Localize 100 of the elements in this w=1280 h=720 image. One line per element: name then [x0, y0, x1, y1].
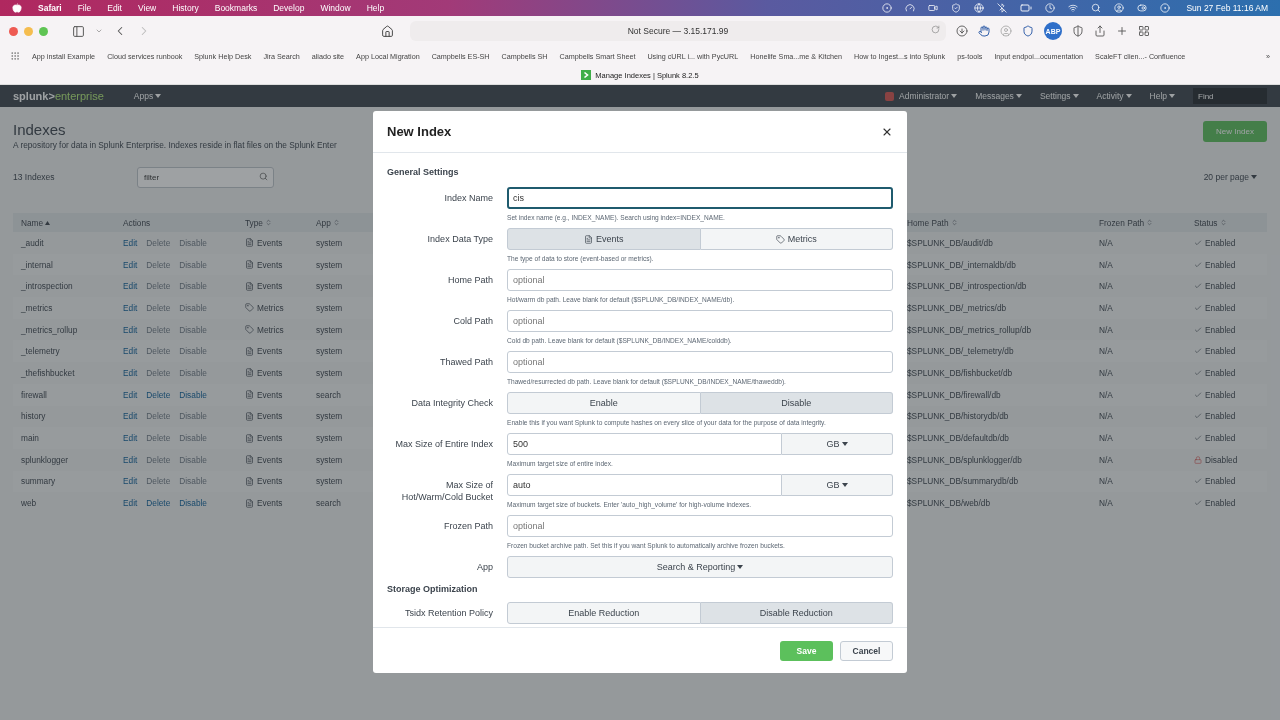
index-name[interactable]: _thefishbucket [21, 367, 123, 378]
menu-item[interactable]: Bookmarks [214, 3, 258, 13]
nav-menu[interactable]: Administrator [899, 91, 958, 101]
input-field[interactable]: 500 [507, 433, 782, 455]
status-cell: Enabled [1194, 433, 1267, 444]
check-icon [1194, 282, 1202, 291]
unit-dropdown[interactable]: GB [782, 474, 893, 496]
column-header[interactable]: Actions [123, 217, 245, 228]
index-name[interactable]: _introspection [21, 281, 123, 292]
input-field[interactable]: optional [507, 269, 893, 291]
dialog-title: New Index [387, 124, 452, 139]
action-link[interactable]: Disable [179, 498, 207, 509]
address-bar[interactable]: Not Secure — 3.15.171.99 [410, 21, 946, 41]
index-name[interactable]: _telemetry [21, 346, 123, 357]
input-field[interactable]: optional [507, 310, 893, 332]
app-menu[interactable]: Safari [38, 3, 62, 13]
index-name[interactable]: splunklogger [21, 454, 123, 465]
toggle-option[interactable]: Events [507, 228, 701, 250]
toggle-option[interactable]: Enable [507, 392, 701, 414]
input-field[interactable]: auto [507, 474, 782, 496]
caret-icon [1251, 174, 1257, 179]
action-link[interactable]: Edit [123, 281, 138, 292]
column-header[interactable]: Status [1194, 217, 1267, 228]
caret-icon [1015, 94, 1022, 98]
nav-menu[interactable]: Help [1149, 91, 1175, 101]
action-link[interactable]: Delete [146, 389, 171, 400]
field-label: Max Size of Hot/Warm/Cold Bucket [400, 479, 493, 504]
index-name[interactable]: web [21, 498, 123, 509]
minimize-window-button[interactable] [24, 26, 33, 36]
menu-item[interactable]: Window [320, 3, 351, 13]
action-link[interactable]: Edit [123, 411, 138, 422]
action-link[interactable]: Edit [123, 237, 138, 248]
status-cell: Enabled [1194, 237, 1267, 248]
action-link[interactable]: Edit [123, 454, 138, 465]
index-name[interactable]: _internal [21, 259, 123, 270]
index-name[interactable]: _metrics [21, 302, 123, 313]
action-link[interactable]: Edit [123, 346, 138, 357]
unit-dropdown[interactable]: GB [782, 433, 893, 455]
input-field[interactable]: optional [507, 351, 893, 373]
logo-text[interactable]: splunk> [13, 90, 55, 102]
menu-item[interactable]: Help [366, 3, 385, 13]
action-link[interactable]: Edit [123, 498, 138, 509]
per-page-dropdown[interactable]: 20 per page [1203, 171, 1257, 182]
action-link[interactable]: Edit [123, 324, 138, 335]
column-header[interactable]: Frozen Path [1099, 217, 1194, 228]
column-header[interactable]: Type [245, 217, 316, 228]
menu-item[interactable]: Develop [273, 3, 305, 13]
bluetooth-icon [997, 3, 1008, 13]
close-window-button[interactable] [9, 26, 18, 36]
column-header[interactable]: Name [21, 217, 123, 228]
column-header[interactable]: Home Path [907, 217, 1099, 228]
toggle-option[interactable]: Metrics [700, 228, 893, 250]
menu-item[interactable]: File [77, 3, 92, 13]
app-cell-text: system [316, 367, 344, 378]
find-field[interactable]: Find [1193, 88, 1267, 104]
zoom-window-button[interactable] [39, 26, 48, 36]
document-icon [584, 234, 593, 244]
clock-icon [1045, 3, 1056, 13]
toggle-option[interactable]: Enable Reduction [507, 602, 701, 624]
frozen-path-cell-text: N/A [1099, 433, 1114, 444]
nav-menu[interactable]: Messages [975, 91, 1022, 101]
document-icon [245, 476, 254, 486]
app-cell-text: system [316, 302, 344, 313]
toggle-option[interactable]: Disable [700, 392, 893, 414]
nav-menu[interactable]: Activity [1096, 91, 1132, 101]
app-dropdown[interactable]: Search & Reporting [507, 556, 893, 578]
action-link[interactable]: Disable [179, 389, 207, 400]
action-link[interactable]: Edit [123, 259, 138, 270]
sort-up-icon[interactable] [45, 220, 51, 225]
action-link[interactable]: Edit [123, 367, 138, 378]
action-link[interactable]: Delete [146, 498, 171, 509]
toggle-option[interactable]: Disable Reduction [700, 602, 893, 624]
field-label: Data Integrity Check [410, 397, 493, 410]
nav-menu[interactable]: Apps [133, 91, 162, 101]
type-cell: Events [245, 281, 316, 292]
index-name[interactable]: _audit [21, 237, 123, 248]
index-name[interactable]: history [21, 411, 123, 422]
input-field[interactable]: cis [507, 187, 893, 209]
menu-item[interactable]: Edit [107, 3, 122, 13]
action-link[interactable]: Edit [123, 302, 138, 313]
action-link[interactable]: Edit [123, 389, 138, 400]
chevron-down-icon [95, 27, 103, 35]
menu-item[interactable]: History [172, 3, 199, 13]
frozen-path-cell-text: N/A [1099, 476, 1114, 487]
nav-menu[interactable]: Settings [1039, 91, 1079, 101]
action-link[interactable]: Edit [123, 433, 138, 444]
index-name[interactable]: _metrics_rollup [21, 324, 123, 335]
input-field[interactable]: optional [507, 515, 893, 537]
cancel-button[interactable]: Cancel [840, 640, 893, 661]
action-link[interactable]: Edit [123, 476, 138, 487]
status-cell: Enabled [1194, 389, 1267, 400]
save-button[interactable]: Save [780, 640, 833, 661]
index-name[interactable]: firewall [21, 389, 123, 400]
index-name[interactable]: summary [21, 476, 123, 487]
sort-icon [332, 219, 340, 226]
filter-field[interactable]: filter [137, 167, 274, 188]
menu-item[interactable]: View [138, 3, 157, 13]
check-icon [1194, 390, 1202, 399]
index-name[interactable]: main [21, 433, 123, 444]
column-header[interactable]: App [316, 217, 376, 228]
